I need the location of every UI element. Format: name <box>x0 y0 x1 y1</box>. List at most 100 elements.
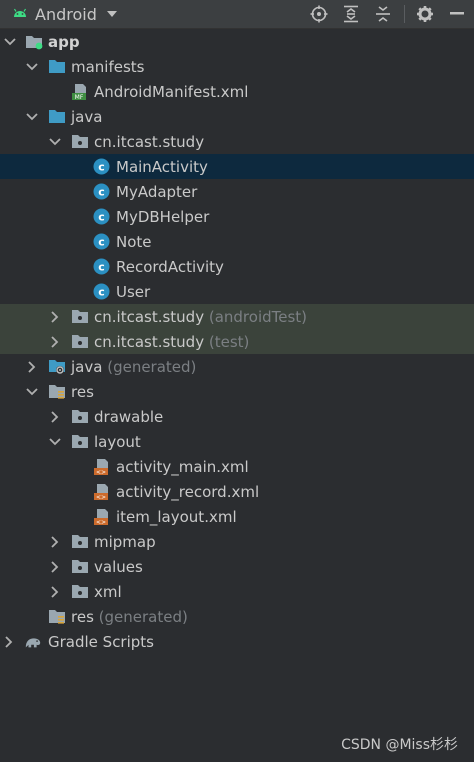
tree-label: mipmap <box>94 532 156 551</box>
tree-node-myadapter[interactable]: c MyAdapter <box>0 179 474 204</box>
tree-label: res <box>71 607 94 626</box>
class-icon: c <box>92 283 110 301</box>
chevron-down-icon[interactable] <box>3 35 17 49</box>
tree-label: xml <box>94 582 122 601</box>
tree-node-recordactivity[interactable]: c RecordActivity <box>0 254 474 279</box>
tree-node-item-layout-xml[interactable]: <> item_layout.xml <box>0 504 474 529</box>
tree-node-package-test[interactable]: cn.itcast.study (test) <box>0 329 474 354</box>
chevron-right-icon[interactable] <box>48 410 62 424</box>
tree-label: res <box>71 382 94 401</box>
tree-label: activity_main.xml <box>116 457 249 476</box>
chevron-down-icon[interactable] <box>25 60 39 74</box>
tree-node-package-androidtest[interactable]: cn.itcast.study (androidTest) <box>0 304 474 329</box>
tree-node-mipmap[interactable]: mipmap <box>0 529 474 554</box>
svg-text:<>: <> <box>96 494 106 501</box>
svg-text:c: c <box>98 211 105 224</box>
folder-icon <box>48 58 66 76</box>
tree-label: Gradle Scripts <box>48 632 154 651</box>
chevron-right-icon[interactable] <box>25 360 39 374</box>
hide-icon[interactable] <box>446 3 468 25</box>
tree-label: MyAdapter <box>116 182 198 201</box>
tree-node-layout[interactable]: layout <box>0 429 474 454</box>
tree-label: java <box>71 107 103 126</box>
chevron-right-icon[interactable] <box>48 310 62 324</box>
package-icon <box>71 133 89 151</box>
chevron-right-icon[interactable] <box>48 585 62 599</box>
view-selector[interactable]: Android <box>12 0 117 28</box>
class-icon: c <box>92 258 110 276</box>
svg-text:c: c <box>98 186 105 199</box>
chevron-right-icon[interactable] <box>48 560 62 574</box>
project-toolbar: Android <box>0 0 474 29</box>
package-icon <box>71 333 89 351</box>
svg-text:c: c <box>98 161 105 174</box>
locate-icon[interactable] <box>308 3 330 25</box>
package-icon <box>71 583 89 601</box>
chevron-down-icon[interactable] <box>25 110 39 124</box>
chevron-right-icon[interactable] <box>48 535 62 549</box>
svg-text:<>: <> <box>96 519 106 526</box>
layout-file-icon: <> <box>93 458 111 476</box>
resources-folder-icon <box>48 608 66 626</box>
svg-text:c: c <box>98 236 105 249</box>
tree-node-mydbhelper[interactable]: c MyDBHelper <box>0 204 474 229</box>
class-icon: c <box>92 183 110 201</box>
svg-text:c: c <box>98 261 105 274</box>
view-title: Android <box>35 4 97 24</box>
dropdown-caret-icon[interactable] <box>106 11 117 17</box>
chevron-right-icon[interactable] <box>2 635 16 649</box>
svg-text:<>: <> <box>96 469 106 476</box>
expand-all-icon[interactable] <box>340 3 362 25</box>
module-folder-icon <box>25 33 43 51</box>
layout-file-icon: <> <box>93 508 111 526</box>
svg-text:c: c <box>98 286 105 299</box>
tree-label-suffix: (generated) <box>98 607 188 626</box>
tree-node-res-generated[interactable]: res (generated) <box>0 604 474 629</box>
tree-node-res[interactable]: res <box>0 379 474 404</box>
tree-node-note[interactable]: c Note <box>0 229 474 254</box>
tree-node-xml[interactable]: xml <box>0 579 474 604</box>
tree-node-activity-record-xml[interactable]: <> activity_record.xml <box>0 479 474 504</box>
tree-node-drawable[interactable]: drawable <box>0 404 474 429</box>
tree-label-suffix: (test) <box>208 332 250 351</box>
svg-text:MF: MF <box>75 94 84 101</box>
tree-label: User <box>116 282 151 301</box>
tree-node-java[interactable]: java <box>0 104 474 129</box>
tree-label-suffix: (generated) <box>107 357 197 376</box>
chevron-right-icon[interactable] <box>48 335 62 349</box>
tree-label: MyDBHelper <box>116 207 210 226</box>
class-icon: c <box>92 208 110 226</box>
tree-node-androidmanifest[interactable]: MF AndroidManifest.xml <box>0 79 474 104</box>
tree-node-app[interactable]: app <box>0 29 474 54</box>
package-icon <box>71 433 89 451</box>
tree-node-java-generated[interactable]: java (generated) <box>0 354 474 379</box>
folder-icon <box>48 108 66 126</box>
tree-label: manifests <box>71 57 145 76</box>
settings-gear-icon[interactable] <box>414 3 436 25</box>
chevron-down-icon[interactable] <box>25 385 39 399</box>
package-icon <box>71 408 89 426</box>
tree-node-values[interactable]: values <box>0 554 474 579</box>
tree-label: RecordActivity <box>116 257 224 276</box>
tree-node-gradle-scripts[interactable]: Gradle Scripts <box>0 629 474 654</box>
tree-node-mainactivity[interactable]: c MainActivity <box>0 154 474 179</box>
tree-label-suffix: (androidTest) <box>208 307 308 326</box>
tree-node-manifests[interactable]: manifests <box>0 54 474 79</box>
collapse-all-icon[interactable] <box>372 3 394 25</box>
tree-label: app <box>48 32 80 51</box>
tree-label: cn.itcast.study <box>94 132 205 151</box>
tree-label: AndroidManifest.xml <box>94 82 249 101</box>
layout-file-icon: <> <box>93 483 111 501</box>
resources-folder-icon <box>48 383 66 401</box>
tree-node-activity-main-xml[interactable]: <> activity_main.xml <box>0 454 474 479</box>
manifest-file-icon: MF <box>71 83 89 101</box>
tree-node-user[interactable]: c User <box>0 279 474 304</box>
tree-node-package[interactable]: cn.itcast.study <box>0 129 474 154</box>
chevron-down-icon[interactable] <box>48 435 62 449</box>
tree-label: java <box>71 357 103 376</box>
class-icon: c <box>92 233 110 251</box>
chevron-down-icon[interactable] <box>48 135 62 149</box>
package-icon <box>71 308 89 326</box>
class-icon: c <box>92 158 110 176</box>
tree-label: layout <box>94 432 141 451</box>
